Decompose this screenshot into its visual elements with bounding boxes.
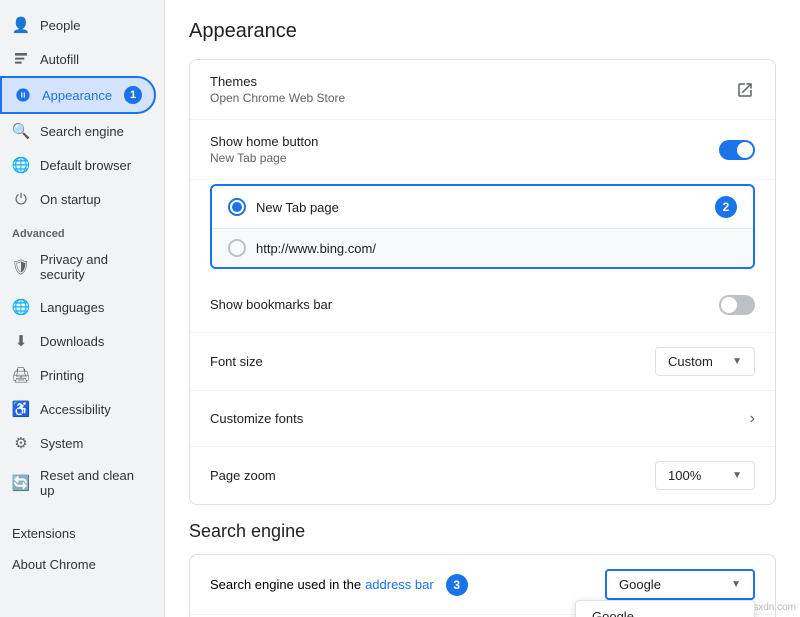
show-home-button-row: Show home button New Tab page <box>190 120 775 180</box>
sidebar-item-accessibility[interactable]: ♿ Accessibility <box>0 392 156 426</box>
bookmarks-bar-row: Show bookmarks bar <box>190 277 775 333</box>
autofill-icon <box>12 50 30 68</box>
radio-option-new-tab[interactable]: New Tab page 2 <box>212 186 753 229</box>
search-engine-container: Google ▼ Google Yahoo! India Bing DuckDu… <box>605 569 755 600</box>
default-browser-icon: 🌐 <box>12 156 30 174</box>
sidebar-label-privacy: Privacy and security <box>40 252 144 282</box>
search-engine-used-row: Search engine used in the address bar 3 … <box>190 555 775 615</box>
font-size-value: Custom <box>668 354 713 369</box>
radio-circle-new-tab <box>228 198 246 216</box>
external-link-icon[interactable] <box>735 80 755 100</box>
page-zoom-chevron-icon: ▼ <box>732 470 742 481</box>
reset-icon: 🔄 <box>12 474 30 492</box>
sidebar-label-on-startup: On startup <box>40 192 101 207</box>
bookmarks-label-group: Show bookmarks bar <box>210 297 332 312</box>
sidebar-label-people: People <box>40 18 80 33</box>
themes-subtitle: Open Chrome Web Store <box>210 91 345 105</box>
themes-label-group: Themes Open Chrome Web Store <box>210 74 345 105</box>
sidebar-bottom-links: Extensions About Chrome <box>0 506 164 592</box>
font-size-chevron-icon: ▼ <box>732 356 742 367</box>
customize-fonts-title: Customize fonts <box>210 411 303 426</box>
radio-circle-bing <box>228 239 246 257</box>
sidebar-label-downloads: Downloads <box>40 334 104 349</box>
sidebar-badge-appearance: 1 <box>124 86 142 104</box>
sidebar-label-search-engine: Search engine <box>40 124 124 139</box>
appearance-card: Themes Open Chrome Web Store Show home b… <box>189 59 776 505</box>
on-startup-icon: ⏻ <box>12 190 30 208</box>
downloads-icon: ⬇ <box>12 332 30 350</box>
sidebar-item-default-browser[interactable]: 🌐 Default browser <box>0 148 156 182</box>
font-size-dropdown[interactable]: Custom ▼ <box>655 347 755 376</box>
sidebar-label-accessibility: Accessibility <box>40 402 111 417</box>
page-zoom-row: Page zoom 100% ▼ <box>190 447 775 504</box>
sidebar: 👤 People Autofill Appearance 1 🔍 Search … <box>0 0 165 617</box>
sidebar-item-system[interactable]: ⚙ System <box>0 426 156 460</box>
system-icon: ⚙ <box>12 434 30 452</box>
sidebar-item-downloads[interactable]: ⬇ Downloads <box>0 324 156 358</box>
customize-fonts-row[interactable]: Customize fonts › <box>190 391 775 447</box>
font-size-row: Font size Custom ▼ <box>190 333 775 391</box>
sidebar-item-about-chrome[interactable]: About Chrome <box>0 549 164 580</box>
step-badge-2: 2 <box>715 196 737 218</box>
search-engine-card: Search engine used in the address bar 3 … <box>189 554 776 617</box>
home-button-radio-group: New Tab page 2 http://www.bing.com/ <box>210 184 755 269</box>
sidebar-item-search-engine[interactable]: 🔍 Search engine <box>0 114 156 148</box>
sidebar-label-languages: Languages <box>40 300 104 315</box>
radio-label-new-tab: New Tab page <box>256 200 339 215</box>
accessibility-icon: ♿ <box>12 400 30 418</box>
bookmarks-title: Show bookmarks bar <box>210 297 332 312</box>
search-engine-dropdown-btn[interactable]: Google ▼ <box>605 569 755 600</box>
font-size-title: Font size <box>210 354 263 369</box>
sidebar-item-autofill[interactable]: Autofill <box>0 42 156 76</box>
appearance-icon <box>14 86 32 104</box>
search-engine-icon: 🔍 <box>12 122 30 140</box>
sidebar-item-privacy[interactable]: 🛡 Privacy and security <box>0 244 156 290</box>
people-icon: 👤 <box>12 16 30 34</box>
main-content: Appearance Themes Open Chrome Web Store … <box>165 0 800 617</box>
home-button-toggle[interactable] <box>719 140 755 160</box>
sidebar-label-system: System <box>40 436 83 451</box>
search-engine-value: Google <box>619 577 661 592</box>
privacy-icon: 🛡 <box>12 258 30 276</box>
sidebar-item-reset[interactable]: 🔄 Reset and clean up <box>0 460 156 506</box>
themes-title: Themes <box>210 74 345 89</box>
search-engine-dropdown-menu: Google Yahoo! India Bing DuckDuckGo <box>575 600 755 617</box>
sidebar-item-extensions[interactable]: Extensions <box>0 518 164 549</box>
home-button-subtitle: New Tab page <box>210 151 318 165</box>
bookmarks-toggle-knob <box>721 297 737 313</box>
sidebar-item-on-startup[interactable]: ⏻ On startup <box>0 182 156 216</box>
themes-row: Themes Open Chrome Web Store <box>190 60 775 120</box>
radio-label-bing: http://www.bing.com/ <box>256 241 376 256</box>
search-engine-used-label: Search engine used in the <box>210 577 361 592</box>
page-zoom-value: 100% <box>668 468 701 483</box>
sidebar-label-reset: Reset and clean up <box>40 468 144 498</box>
page-zoom-title: Page zoom <box>210 468 276 483</box>
search-engine-section-title: Search engine <box>189 521 776 542</box>
languages-icon: 🌐 <box>12 298 30 316</box>
toggle-knob <box>737 142 753 158</box>
advanced-section-label: Advanced <box>0 216 164 244</box>
radio-option-bing[interactable]: http://www.bing.com/ <box>212 229 753 267</box>
home-button-title: Show home button <box>210 134 318 149</box>
sidebar-item-printing[interactable]: 🖨 Printing <box>0 358 156 392</box>
customize-fonts-chevron-icon: › <box>750 410 755 428</box>
sidebar-label-autofill: Autofill <box>40 52 79 67</box>
sidebar-label-appearance: Appearance <box>42 88 112 103</box>
dropdown-option-google[interactable]: Google <box>576 601 754 617</box>
sidebar-label-printing: Printing <box>40 368 84 383</box>
bookmarks-toggle[interactable] <box>719 295 755 315</box>
page-title: Appearance <box>189 20 776 43</box>
sidebar-item-languages[interactable]: 🌐 Languages <box>0 290 156 324</box>
sidebar-item-appearance[interactable]: Appearance 1 <box>0 76 156 114</box>
search-engine-chevron-icon: ▼ <box>731 579 741 590</box>
sidebar-label-default-browser: Default browser <box>40 158 131 173</box>
printing-icon: 🖨 <box>12 366 30 384</box>
address-bar-link[interactable]: address bar <box>365 577 434 592</box>
step-badge-3: 3 <box>446 574 468 596</box>
home-button-label-group: Show home button New Tab page <box>210 134 318 165</box>
sidebar-item-people[interactable]: 👤 People <box>0 8 156 42</box>
page-zoom-dropdown[interactable]: 100% ▼ <box>655 461 755 490</box>
